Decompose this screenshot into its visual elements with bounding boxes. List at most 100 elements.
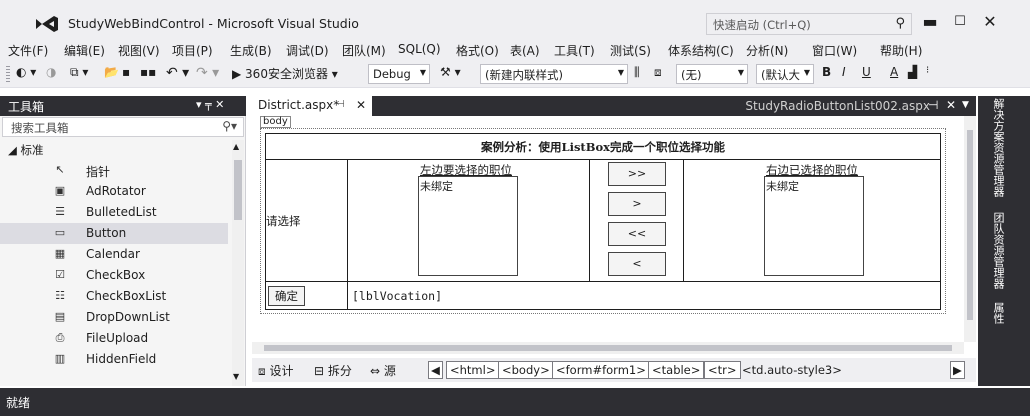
pin-icon[interactable]: ⊣ <box>928 98 938 112</box>
confirm-cell[interactable]: 确定 <box>265 281 348 310</box>
tab-study-radio-button-list[interactable]: StudyRadioButtonList002.aspx <box>745 99 930 113</box>
close-button[interactable]: ✕ <box>978 11 1002 33</box>
forward-icon[interactable]: ◑ <box>46 65 56 79</box>
toolbox-item-calendar[interactable]: ▦ Calendar <box>0 244 228 265</box>
menu-team[interactable]: 团队(M) <box>342 42 386 59</box>
breadcrumb-next-icon[interactable]: ▶ <box>950 361 965 379</box>
toolbox-category-standard[interactable]: ◢ 标准 <box>8 142 44 158</box>
menu-project[interactable]: 项目(P) <box>172 42 213 59</box>
tab-solution-explorer[interactable]: 解决方案资源管理器 <box>988 98 1005 197</box>
menu-file[interactable]: 文件(F) <box>8 42 48 59</box>
move-all-right-button[interactable]: >> <box>608 162 666 186</box>
toolbar-overflow-icon[interactable]: ⁝ <box>926 65 929 76</box>
toolbox-item-checkbox[interactable]: ☑ CheckBox <box>0 265 228 286</box>
new-style-icon[interactable]: ⧈ <box>654 65 662 80</box>
editor-horizontal-scrollbar[interactable] <box>252 342 964 354</box>
format-painter-icon[interactable]: ⚒ ▾ <box>440 65 461 79</box>
scroll-up-icon[interactable]: ▲ <box>233 142 239 151</box>
toolbox-scroll-thumb[interactable] <box>234 160 242 220</box>
breadcrumb-tr[interactable]: <tr> <box>704 361 741 379</box>
move-all-left-button[interactable]: << <box>608 222 666 246</box>
new-project-icon[interactable]: ⧉ ▾ <box>70 65 88 80</box>
breadcrumb-table[interactable]: <table> <box>648 361 705 379</box>
breadcrumb-form[interactable]: <form#form1> <box>552 361 650 379</box>
tab-list-dropdown-icon[interactable]: ▼ <box>962 100 969 110</box>
toolbox-scrollbar[interactable]: ▲ ▼ <box>232 140 244 386</box>
confirm-button[interactable]: 确定 <box>268 285 305 306</box>
font-size-select[interactable]: (默认大 ▼ <box>756 64 814 84</box>
quick-launch-input[interactable]: 快速启动 (Ctrl+Q) ⚲ <box>706 13 912 35</box>
breadcrumb-body[interactable]: <body> <box>498 361 554 379</box>
design-surface[interactable]: body 案例分析：使用ListBox完成一个职位选择功能 请选择 左边要选择的… <box>252 116 964 340</box>
menu-test[interactable]: 测试(S) <box>610 42 651 59</box>
tab-district-aspx[interactable]: District.aspx* ⊣ ✕ <box>252 96 372 116</box>
menu-analyze[interactable]: 分析(N) <box>746 42 788 59</box>
background-color-icon[interactable]: ▟ <box>908 65 917 79</box>
menu-tools[interactable]: 工具(T) <box>554 42 595 59</box>
table-caption[interactable]: 案例分析：使用ListBox完成一个职位选择功能 <box>265 133 941 160</box>
maximize-button[interactable]: ☐ <box>948 11 972 33</box>
vocation-label[interactable]: [lblVocation] <box>347 281 941 310</box>
menu-help[interactable]: 帮助(H) <box>880 42 922 59</box>
right-list-cell[interactable]: 右边已选择的职位 未绑定 <box>683 159 941 282</box>
menu-format[interactable]: 格式(O) <box>456 42 499 59</box>
left-listbox[interactable]: 未绑定 <box>418 176 518 276</box>
style-select[interactable]: (新建内联样式) ▼ <box>480 64 628 84</box>
bold-button[interactable]: B <box>822 65 831 79</box>
menu-table[interactable]: 表(A) <box>510 42 540 59</box>
menu-view[interactable]: 视图(V) <box>118 42 160 59</box>
tab-team-explorer[interactable]: 团队资源管理器 <box>988 212 1005 289</box>
editor-vertical-scrollbar[interactable] <box>964 116 976 342</box>
menu-architecture[interactable]: 体系结构(C) <box>668 42 734 59</box>
split-view-button[interactable]: ⊟ 拆分 <box>314 362 352 379</box>
toolbox-item-adrotator[interactable]: ▣ AdRotator <box>0 181 228 202</box>
toolbar-grip[interactable] <box>6 66 10 82</box>
right-listbox[interactable]: 未绑定 <box>764 176 864 276</box>
scroll-down-icon[interactable]: ▼ <box>233 372 239 381</box>
breadcrumb-html[interactable]: <html> <box>446 361 500 379</box>
tab-properties[interactable]: 属性 <box>988 302 1005 324</box>
toolbox-search-input[interactable]: 搜索工具箱 ⚲▾ <box>2 117 244 137</box>
prompt-cell[interactable]: 请选择 <box>265 159 348 282</box>
close-tab-icon[interactable]: ✕ <box>356 98 366 112</box>
run-button[interactable]: ▶ 360安全浏览器 ▾ <box>232 65 338 82</box>
redo-icon[interactable]: ↷ ▾ <box>196 65 219 81</box>
close-tab-icon[interactable]: ✕ <box>946 98 956 112</box>
configuration-select[interactable]: Debug ▼ <box>368 64 430 84</box>
minimize-button[interactable]: ▬ <box>918 11 942 33</box>
toolbox-item-bulletedlist[interactable]: ☰ BulletedList <box>0 202 228 223</box>
menu-build[interactable]: 生成(B) <box>230 42 272 59</box>
toolbox-item-pointer[interactable]: ↖ 指针 <box>0 160 228 181</box>
save-all-icon[interactable]: ▪▪ <box>140 65 156 79</box>
move-right-button[interactable]: > <box>608 192 666 216</box>
button-cell[interactable]: >> > << < <box>589 159 684 282</box>
toolbox-window-controls[interactable]: ▾ ╤ ✕ <box>196 98 224 111</box>
toolbox-item-dropdownlist[interactable]: ▤ DropDownList <box>0 307 228 328</box>
underline-button[interactable]: U <box>862 65 871 79</box>
move-left-button[interactable]: < <box>608 252 666 276</box>
toolbox-item-hiddenfield[interactable]: ▥ HiddenField <box>0 349 228 370</box>
toolbox-item-button[interactable]: ▭ Button <box>0 223 228 244</box>
save-icon[interactable]: ▪ <box>122 65 130 79</box>
toolbox-item-fileupload[interactable]: ⎙ FileUpload <box>0 328 228 349</box>
menu-debug[interactable]: 调试(D) <box>286 42 329 59</box>
menu-window[interactable]: 窗口(W) <box>812 42 857 59</box>
target-select[interactable]: (无) ▼ <box>676 64 748 84</box>
italic-button[interactable]: I <box>842 65 846 79</box>
layout-table[interactable]: 案例分析：使用ListBox完成一个职位选择功能 请选择 左边要选择的职位 未绑… <box>265 133 941 310</box>
breadcrumb-td[interactable]: <td.auto-style3> <box>738 361 846 379</box>
toolbox-item-checkboxlist[interactable]: ☷ CheckBoxList <box>0 286 228 307</box>
pin-icon[interactable]: ⊣ <box>336 99 345 110</box>
open-file-icon[interactable]: 📂 <box>104 65 119 79</box>
design-view-button[interactable]: ⧈ 设计 <box>258 362 293 379</box>
undo-icon[interactable]: ↶ ▾ <box>166 65 189 81</box>
editor-horizontal-scroll-thumb[interactable] <box>264 345 952 351</box>
back-icon[interactable]: ◐ ▾ <box>16 65 36 79</box>
breadcrumb-prev-icon[interactable]: ◀ <box>428 361 443 379</box>
left-list-cell[interactable]: 左边要选择的职位 未绑定 <box>347 159 590 282</box>
menu-edit[interactable]: 编辑(E) <box>64 42 105 59</box>
source-view-button[interactable]: ⇔ 源 <box>370 362 396 379</box>
target-rule-icon[interactable]: ⫼ <box>634 65 640 80</box>
menu-sql[interactable]: SQL(Q) <box>398 42 441 56</box>
font-color-button[interactable]: A <box>890 65 898 79</box>
